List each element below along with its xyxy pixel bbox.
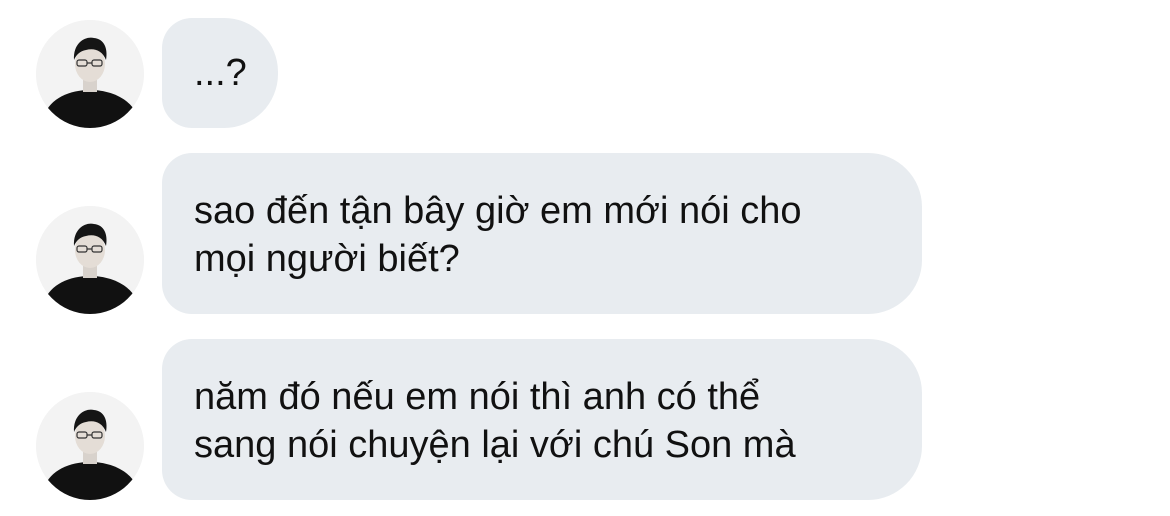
avatar[interactable] (36, 20, 144, 128)
message-bubble[interactable]: năm đó nếu em nói thì anh có thể sang nó… (162, 339, 922, 500)
message-text: ...? (194, 52, 247, 94)
message-bubble[interactable]: sao đến tận bây giờ em mới nói cho mọi n… (162, 153, 922, 314)
message-bubble[interactable]: ...? (162, 18, 278, 128)
avatar-photo (36, 392, 144, 500)
avatar[interactable] (36, 392, 144, 500)
avatar-photo (36, 20, 144, 128)
avatar[interactable] (36, 206, 144, 314)
message-text: sao đến tận bây giờ em mới nói cho mọi n… (194, 190, 802, 280)
avatar-photo (36, 206, 144, 314)
message-text: năm đó nếu em nói thì anh có thể sang nó… (194, 376, 796, 466)
